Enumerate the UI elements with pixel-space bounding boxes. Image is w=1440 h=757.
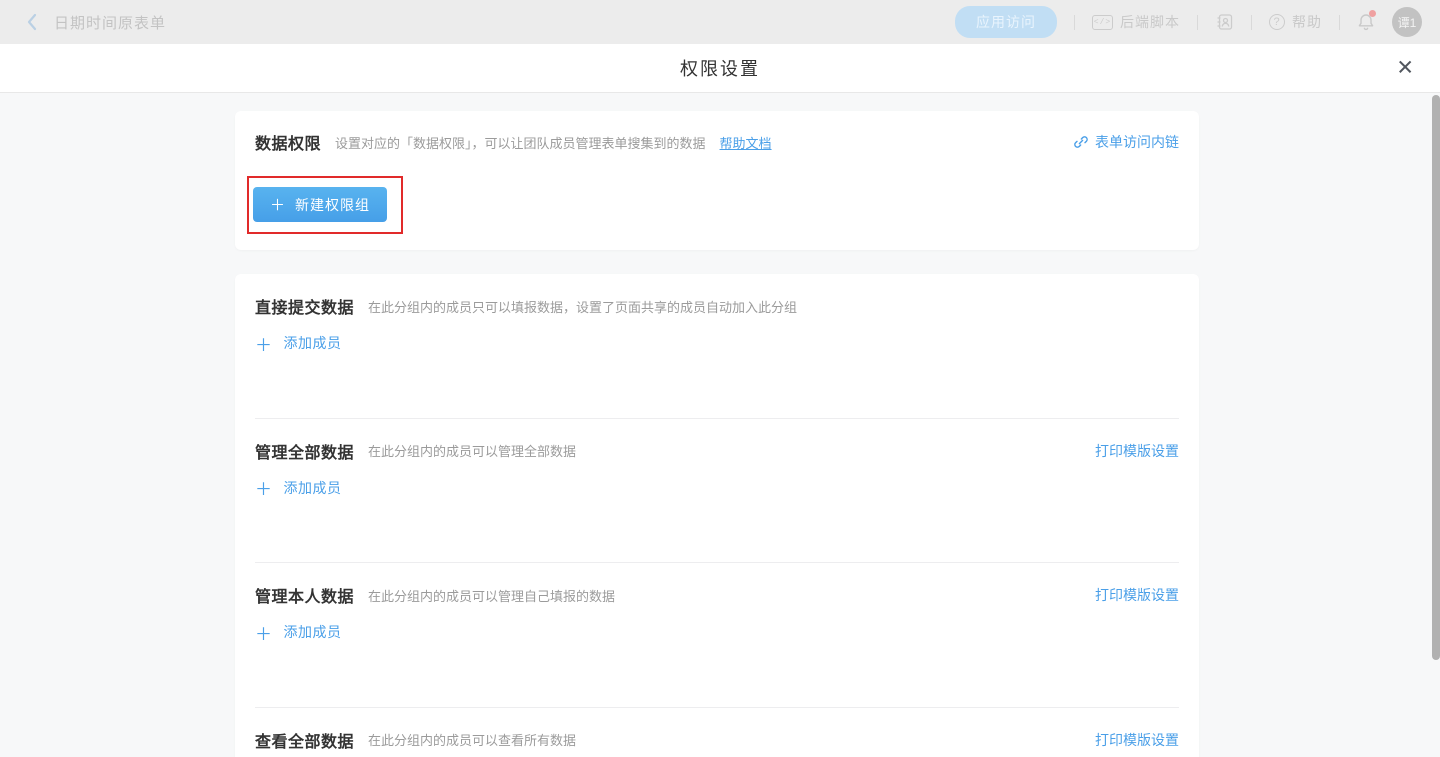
data-permission-title: 数据权限 — [255, 130, 321, 154]
form-title: 日期时间原表单 — [54, 12, 166, 33]
app-access-button[interactable]: 应用访问 — [955, 6, 1057, 38]
notifications-button[interactable] — [1357, 12, 1375, 32]
separator — [1251, 15, 1252, 30]
data-permission-description: 设置对应的「数据权限」，可以让团队成员管理表单搜集到的数据 — [335, 133, 706, 152]
group-description: 在此分组内的成员可以管理自己填报的数据 — [368, 586, 615, 605]
red-annotation-box: ＋ 新建权限组 — [247, 176, 403, 234]
plus-icon: ＋ — [270, 194, 286, 215]
help-doc-link[interactable]: 帮助文档 — [720, 133, 772, 152]
print-template-link[interactable]: 打印模版设置 — [1095, 441, 1179, 461]
group-title: 管理本人数据 — [255, 583, 354, 607]
link-icon — [1073, 134, 1089, 150]
backend-script-label: 后端脚本 — [1120, 12, 1180, 32]
group-title: 查看全部数据 — [255, 728, 354, 752]
group-description: 在此分组内的成员可以管理全部数据 — [368, 441, 576, 460]
group-manage-all: 管理全部数据 在此分组内的成员可以管理全部数据 打印模版设置 ＋ 添加成员 — [235, 419, 1199, 563]
modal-title: 权限设置 — [680, 55, 760, 81]
add-member-label: 添加成员 — [284, 622, 342, 642]
chevron-left-icon — [26, 13, 38, 31]
help-label: 帮助 — [1292, 12, 1322, 32]
separator — [1074, 15, 1075, 30]
form-access-link-label: 表单访问内链 — [1095, 132, 1179, 152]
group-direct-submit: 直接提交数据 在此分组内的成员只可以填报数据，设置了页面共享的成员自动加入此分组… — [235, 274, 1199, 418]
add-member-button[interactable]: ＋ 添加成员 — [255, 333, 342, 353]
plus-icon: ＋ — [255, 475, 273, 500]
group-view-all: 查看全部数据 在此分组内的成员可以查看所有数据 打印模版设置 — [235, 708, 1199, 752]
add-member-label: 添加成员 — [284, 478, 342, 498]
data-permission-card: 数据权限 设置对应的「数据权限」，可以让团队成员管理表单搜集到的数据 帮助文档 … — [235, 111, 1199, 250]
close-icon[interactable]: ✕ — [1392, 54, 1418, 83]
plus-icon: ＋ — [255, 620, 273, 645]
backend-script-button[interactable]: </> 后端脚本 — [1092, 12, 1180, 32]
print-template-link[interactable]: 打印模版设置 — [1095, 585, 1179, 605]
new-permission-group-label: 新建权限组 — [295, 195, 370, 215]
plus-icon: ＋ — [255, 331, 273, 356]
add-member-button[interactable]: ＋ 添加成员 — [255, 622, 342, 642]
back-button[interactable] — [26, 13, 38, 31]
code-icon: </> — [1092, 15, 1113, 30]
group-title: 管理全部数据 — [255, 439, 354, 463]
separator — [1339, 15, 1340, 30]
question-icon: ? — [1269, 14, 1285, 30]
group-title: 直接提交数据 — [255, 294, 354, 318]
modal-body: 数据权限 设置对应的「数据权限」，可以让团队成员管理表单搜集到的数据 帮助文档 … — [0, 93, 1440, 757]
modal-header: 权限设置 ✕ — [0, 44, 1440, 93]
contacts-button[interactable] — [1215, 13, 1234, 31]
scrollbar-thumb[interactable] — [1432, 95, 1440, 660]
notification-dot — [1369, 10, 1376, 17]
new-permission-group-button[interactable]: ＋ 新建权限组 — [253, 187, 387, 222]
group-description: 在此分组内的成员可以查看所有数据 — [368, 730, 576, 749]
top-bar: 日期时间原表单 应用访问 </> 后端脚本 ? 帮助 — [0, 0, 1440, 44]
add-member-button[interactable]: ＋ 添加成员 — [255, 478, 342, 498]
separator — [1197, 15, 1198, 30]
contacts-icon — [1215, 13, 1234, 31]
group-description: 在此分组内的成员只可以填报数据，设置了页面共享的成员自动加入此分组 — [368, 297, 797, 316]
avatar[interactable]: 谭1 — [1392, 7, 1422, 37]
permission-groups-card: 直接提交数据 在此分组内的成员只可以填报数据，设置了页面共享的成员自动加入此分组… — [235, 274, 1199, 757]
group-manage-own: 管理本人数据 在此分组内的成员可以管理自己填报的数据 打印模版设置 ＋ 添加成员 — [235, 563, 1199, 707]
form-access-link[interactable]: 表单访问内链 — [1073, 132, 1179, 152]
print-template-link[interactable]: 打印模版设置 — [1095, 730, 1179, 750]
help-button[interactable]: ? 帮助 — [1269, 12, 1322, 32]
add-member-label: 添加成员 — [284, 333, 342, 353]
